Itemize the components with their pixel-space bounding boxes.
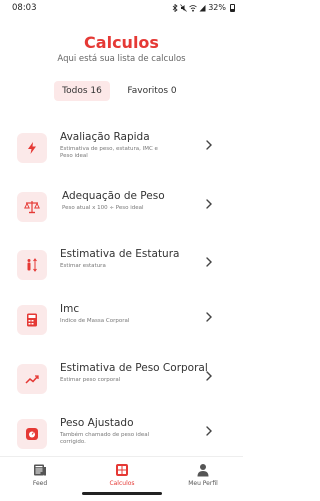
card-description: Estimativa de peso, estatura, IMC e Peso…	[60, 146, 158, 159]
card-description: Estimar peso corporal	[60, 377, 121, 383]
nav-calculos[interactable]: Calculos	[92, 463, 152, 487]
scale-icon	[17, 192, 47, 222]
card-title: Estimativa de Peso Corporal	[60, 362, 208, 374]
status-icons: 32%	[172, 3, 235, 12]
nav-label: Meu Perfil	[188, 480, 218, 487]
feed-icon	[34, 464, 46, 476]
nav-meu-perfil[interactable]: Meu Perfil	[173, 463, 233, 487]
calc-card-imc[interactable]: Imc Indice de Massa Corporal	[15, 303, 225, 347]
card-title: Peso Ajustado	[60, 417, 134, 429]
calc-card-estimativa-de-estatura[interactable]: Estimativa de Estatura Estimar estatura	[15, 248, 225, 292]
card-description: Indice de Massa Corporal	[60, 318, 130, 324]
chevron-right-icon	[206, 426, 212, 436]
tab-todos[interactable]: Todos 16	[54, 81, 110, 101]
home-indicator[interactable]	[82, 492, 162, 495]
card-title: Avaliação Rapida	[60, 131, 150, 143]
status-time: 08:03	[12, 3, 37, 13]
wifi-icon	[189, 4, 197, 12]
page-title: Calculos	[84, 33, 159, 52]
chevron-right-icon	[206, 312, 212, 322]
battery-icon	[230, 3, 235, 12]
nav-label: Feed	[32, 480, 48, 487]
calc-card-adequacao-de-peso[interactable]: Adequação de Peso Peso atual x 100 ÷ Pes…	[15, 190, 225, 234]
chevron-right-icon	[206, 257, 212, 267]
bluetooth-icon	[172, 3, 178, 12]
card-description: Peso atual x 100 ÷ Peso ideal	[62, 205, 144, 211]
status-bar: 08:03 32%	[0, 0, 243, 16]
lightning-icon	[17, 133, 47, 163]
calc-card-avaliacao-rapida[interactable]: Avaliação Rapida Estimativa de peso, est…	[15, 131, 225, 175]
calculator-icon	[17, 305, 47, 335]
calc-card-peso-ajustado[interactable]: Peso Ajustado Também chamado de peso ide…	[15, 417, 225, 461]
user-icon	[197, 464, 209, 477]
chevron-right-icon	[206, 140, 212, 150]
page-subtitle: Aqui está sua lista de calculos	[57, 54, 186, 64]
card-description: Estimar estatura	[60, 263, 106, 269]
signal-icon	[199, 4, 206, 11]
chevron-right-icon	[206, 199, 212, 209]
card-description: Também chamado de peso ideal corrigido.	[60, 432, 150, 445]
card-title: Adequação de Peso	[62, 190, 165, 202]
weight-scale-icon	[17, 419, 47, 449]
battery-percent: 32%	[208, 3, 226, 12]
card-title: Imc	[60, 303, 80, 315]
trend-icon	[17, 364, 47, 394]
chevron-right-icon	[206, 371, 212, 381]
mute-icon	[180, 3, 187, 12]
calc-card-estimativa-de-peso-corporal[interactable]: Estimativa de Peso Corporal Estimar peso…	[15, 362, 225, 406]
height-icon	[17, 250, 47, 280]
grid-icon	[116, 464, 128, 476]
tab-favoritos[interactable]: Favoritos 0	[122, 81, 182, 101]
nav-label: Calculos	[109, 480, 135, 487]
card-title: Estimativa de Estatura	[60, 248, 180, 260]
nav-feed[interactable]: Feed	[10, 463, 70, 487]
